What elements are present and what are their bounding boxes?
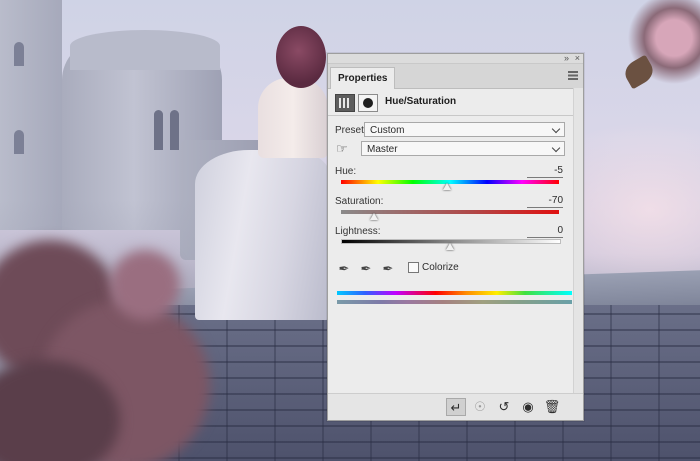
view-previous-icon[interactable]: ☉ xyxy=(470,398,490,416)
hue-saturation-adjustment-icon[interactable] xyxy=(335,94,355,112)
panel-title-bar: » × xyxy=(328,53,583,64)
hue-slider-thumb[interactable] xyxy=(442,183,451,190)
preset-value: Custom xyxy=(370,125,405,136)
close-icon[interactable]: × xyxy=(575,53,580,63)
castle-window xyxy=(14,42,24,66)
colorize-label: Colorize xyxy=(422,262,459,273)
blossom-foreground xyxy=(110,250,180,320)
chevron-down-icon xyxy=(551,143,561,153)
clip-to-layer-icon[interactable]: ↵ xyxy=(446,398,466,416)
colorize-checkbox[interactable] xyxy=(408,262,419,273)
hue-label: Hue: xyxy=(335,166,357,177)
preset-label: Preset: xyxy=(335,125,367,136)
castle-window xyxy=(14,130,24,154)
eyedropper-minus-icon[interactable]: ✒ xyxy=(380,261,396,277)
panel-scrollbar[interactable] xyxy=(573,88,583,393)
adjustment-header: Hue/Saturation xyxy=(335,94,575,112)
woman-back xyxy=(258,78,328,158)
tower-window xyxy=(154,110,163,150)
lightness-slider-thumb[interactable] xyxy=(446,243,454,250)
eyedropper-plus-icon[interactable]: ✒ xyxy=(358,261,374,277)
tower-top xyxy=(70,30,220,70)
saturation-value-field[interactable]: -70 xyxy=(527,195,563,208)
panel-menu-icon[interactable] xyxy=(568,71,578,80)
visibility-eye-icon[interactable]: ◉ xyxy=(518,398,538,416)
targeted-adjustment-hand-icon[interactable]: ☞ xyxy=(336,142,350,156)
channel-value: Master xyxy=(367,144,398,155)
panel-bottom-toolbar: ↵ ☉ ↺ ◉ 🗑 xyxy=(328,393,583,420)
hue-value-field[interactable]: -5 xyxy=(527,165,563,178)
chevron-down-icon xyxy=(551,124,561,134)
eyedropper-icon[interactable]: ✒ xyxy=(336,261,352,277)
divider xyxy=(328,115,583,116)
tower-window xyxy=(170,110,179,150)
saturation-slider-thumb[interactable] xyxy=(369,213,378,220)
output-color-bar xyxy=(337,300,572,304)
channel-dropdown[interactable]: Master xyxy=(361,141,565,156)
double-chevron-icon[interactable]: » xyxy=(564,53,569,63)
adjustment-title: Hue/Saturation xyxy=(385,96,457,107)
lightness-label: Lightness: xyxy=(335,226,381,237)
tab-properties[interactable]: Properties xyxy=(330,67,396,89)
properties-panel: » × Properties Hue/Saturation Preset: Cu… xyxy=(327,53,584,421)
reset-icon[interactable]: ↺ xyxy=(494,398,514,416)
saturation-label: Saturation: xyxy=(335,196,384,207)
woman-dress xyxy=(195,150,330,320)
input-color-bar xyxy=(337,291,572,295)
woman-hair xyxy=(276,26,326,88)
panel-tab-row: Properties xyxy=(328,64,583,89)
castle-wall-left xyxy=(0,0,62,230)
preset-dropdown[interactable]: Custom xyxy=(364,122,565,137)
lightness-value-field[interactable]: 0 xyxy=(527,225,563,238)
trash-icon[interactable]: 🗑 xyxy=(542,398,562,416)
layer-mask-icon[interactable] xyxy=(358,94,378,112)
